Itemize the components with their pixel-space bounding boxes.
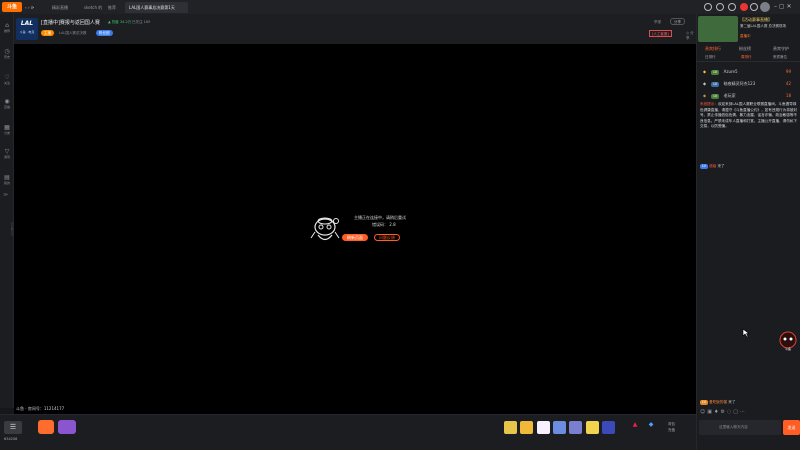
history-icon: ◷ (4, 48, 10, 55)
room-header: LAL 斗鱼 · 电竞 [直播中]赛报与返回国人赛 ▲ 热度 34.2万 已关注… (14, 14, 696, 44)
mascot-icon[interactable]: 斗鱼 (777, 330, 799, 352)
event-banner-tag: 直播中 (740, 34, 751, 38)
nav-follow[interactable]: ♡ 关注 (0, 74, 14, 92)
gift-icon-4[interactable] (553, 421, 566, 434)
left-nav: ⌂ 推荐 ◷ 历史 ♡ 关注 ◉ 直播 ▦ 分类 ▽ 游戏 ▤ 我的 ≫ › (0, 14, 15, 408)
grid-icon: ▦ (4, 124, 10, 131)
event-banner-title[interactable]: 【活动赛事直播】 (740, 17, 800, 23)
nav-live[interactable]: ◉ 直播 (0, 98, 14, 116)
tab-2[interactable]: sketch 的直播 (80, 2, 102, 13)
channel-avatar[interactable]: LAL 斗鱼 · 电竞 (16, 18, 38, 40)
report-link[interactable]: 举报 (654, 20, 661, 25)
title-bar: 斗鱼 ‹ › ⟳ 精彩直播 sketch 的直播 推荐 LAL国人赛事总决赛第1… (0, 0, 800, 14)
refresh-button[interactable]: 刷新页面 (342, 234, 368, 241)
error-code-line: 错误码： 2.8 (372, 222, 396, 227)
nav-home[interactable]: ⌂ 推荐 (0, 22, 14, 40)
mouse-cursor-icon (742, 328, 750, 338)
heart-icon: ♡ (4, 74, 10, 81)
rank-row[interactable]: ◆ LV Azure5 99 (699, 66, 797, 78)
side-labels[interactable]: 背包 充值 (668, 421, 675, 433)
rank-medal-icon: ◆ (703, 81, 707, 86)
gift-box-icon[interactable] (38, 420, 54, 434)
video-player[interactable]: 主播正在连接中，请稍后重试 错误码： 2.8 刷新页面 问题反馈 (14, 44, 696, 408)
gift-icon-5[interactable] (569, 421, 582, 434)
live-icon: ◉ (4, 98, 10, 105)
recharge-icon[interactable]: ◆ (646, 421, 656, 434)
nav-mine[interactable]: ▤ 我的 (0, 174, 14, 192)
tab-active[interactable]: LAL国人赛事总决赛第1天 (125, 2, 188, 13)
settings-icon[interactable] (716, 3, 724, 11)
entry-message: LV 爱吃饭的猫 来了 (700, 400, 736, 405)
nav-history[interactable]: ◷ 历史 (0, 48, 14, 66)
nav-category[interactable]: ▦ 分类 (0, 124, 14, 142)
gift-icon-2[interactable] (520, 421, 533, 434)
chat-input[interactable]: 这里输入聊天内容 (699, 420, 781, 435)
rank-medal-icon: ◆ (703, 69, 707, 74)
share-link[interactable]: ◎ 分享 (686, 31, 696, 41)
tab-fans-rank[interactable]: 粉丝榜 (739, 44, 751, 53)
mail-icon[interactable] (728, 3, 736, 11)
more-icon[interactable]: ⋯ (740, 409, 747, 415)
tab-vip-rank[interactable]: 贵宾排行 (705, 44, 721, 53)
home-icon: ⌂ (5, 22, 9, 29)
rank-row[interactable]: ◆ LV 暗夜精灵阿杰123 42 (699, 78, 797, 90)
app-logo[interactable]: 斗鱼 (2, 2, 22, 12)
window-controls[interactable]: – ▢ ✕ (774, 3, 792, 11)
customer-service-button[interactable]: [人工客服] (649, 30, 672, 37)
tab-week-rank[interactable]: 周排行 (741, 53, 752, 62)
fans-badge[interactable]: 粉丝团 (96, 30, 113, 36)
download-icon[interactable] (750, 3, 758, 11)
system-notice: 系统提示：欢迎来到LAL国人赛职业联赛直播间。斗鱼倡导绿色健康直播，请遵守《斗鱼… (700, 102, 798, 129)
loading-mascot-icon (310, 217, 340, 241)
send-button[interactable]: 发送 (783, 420, 800, 435)
gift-icon[interactable]: ▣ (707, 409, 714, 415)
welcome-message: LV 超级 来了 (700, 164, 725, 169)
feedback-button[interactable]: 问题反馈 (374, 234, 400, 241)
user-icon: ▤ (4, 174, 10, 181)
tab-1[interactable]: 精彩直播 (48, 2, 82, 13)
viewer-count: 634208 (4, 437, 18, 441)
rank-subtabs: 日排行 周排行 贵宾席位 (697, 53, 800, 62)
game-icon: ▽ (4, 148, 10, 155)
gift-icon-6[interactable] (586, 421, 599, 434)
rank-row[interactable]: ◆ LV 老玩家 18 (699, 90, 797, 102)
gift-icon-1[interactable] (504, 421, 517, 434)
anchor-avatar[interactable]: ☰ (4, 421, 22, 434)
event-banner-sub: 第二届LAL国人赛 总决赛现场 (740, 24, 786, 28)
right-sidebar: 【活动赛事直播】 第二届LAL国人赛 总决赛现场 直播中 贵宾排行 粉丝榜 贵宾… (696, 14, 800, 450)
backpack-icon[interactable]: ▲ (630, 421, 640, 434)
nav-more-icon[interactable]: ≫ (3, 192, 8, 198)
status-message: 主播正在连接中，请稍后重试 (354, 215, 406, 220)
room-title: [直播中]赛报与返回国人赛 (41, 20, 100, 26)
rank-medal-icon: ◆ (703, 93, 707, 98)
gift-icon-3[interactable] (537, 421, 550, 434)
fans-count: 已关注 189 (132, 20, 151, 24)
fan-badge-icon[interactable] (58, 420, 76, 434)
rank-tabs: 贵宾排行 粉丝榜 贵宾守护 (697, 44, 800, 53)
room-category[interactable]: LAL国人赛总决赛 (59, 30, 86, 36)
tab-vip-guard[interactable]: 贵宾守护 (773, 44, 789, 53)
bottom-bar: ☰ 634208 ▲ ◆ 背包 充值 (0, 414, 696, 450)
chat-toolbar: ☺▣♦⚙◌▢⋯ (700, 409, 798, 417)
game-icon[interactable] (740, 3, 748, 11)
history-icon[interactable] (704, 3, 712, 11)
gift-icon-7[interactable] (602, 421, 615, 434)
room-id: 斗鱼 · 房间号：11214177 (16, 406, 65, 411)
tab-day-rank[interactable]: 日排行 (705, 53, 716, 62)
avatar[interactable] (760, 2, 770, 12)
nav-game[interactable]: ▽ 游戏 (0, 148, 14, 166)
share-button[interactable]: 分享 (670, 18, 685, 25)
tab-vip-seat[interactable]: 贵宾席位 (773, 53, 787, 62)
anchor-tag[interactable]: 主播 (41, 30, 54, 36)
hot-value: ▲ 热度 34.2万 (108, 20, 132, 24)
tab-3[interactable]: 推荐 (104, 2, 126, 13)
event-banner-thumbnail[interactable] (698, 16, 738, 42)
